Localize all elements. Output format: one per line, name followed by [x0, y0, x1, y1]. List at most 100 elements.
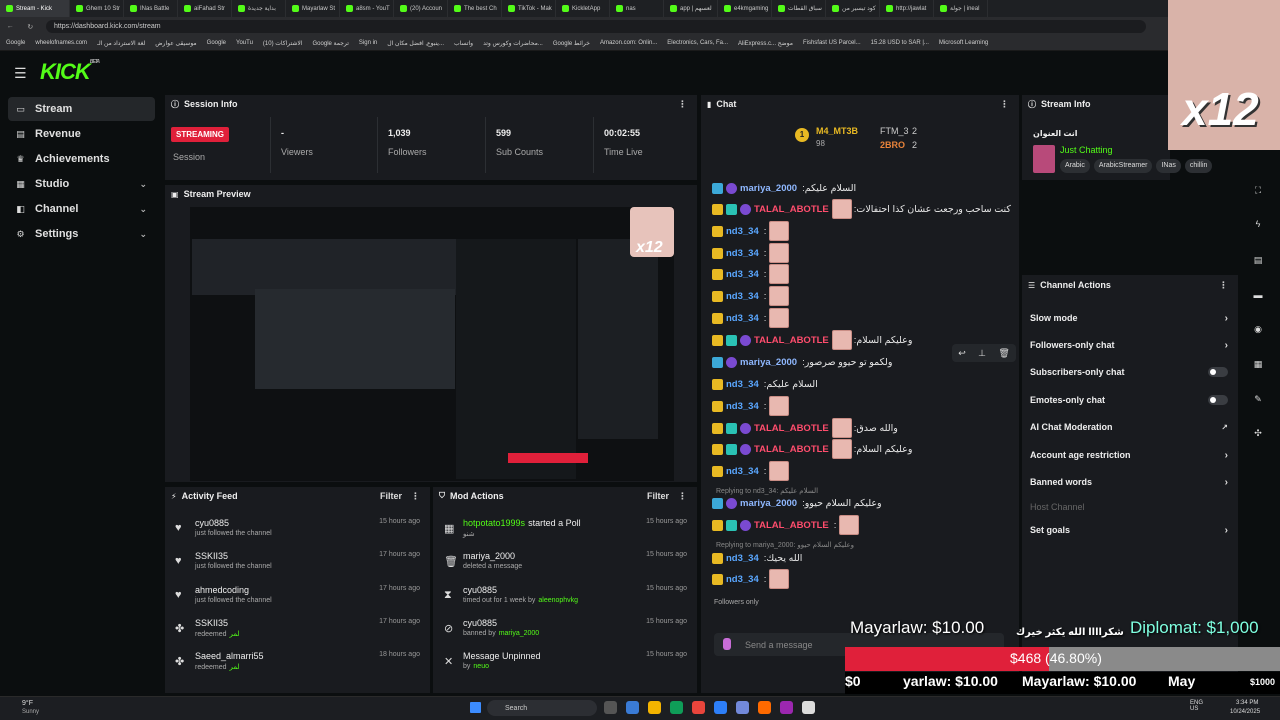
activity-row[interactable]: ♥ SSKII35 just followed the channel 17 hour…: [165, 551, 430, 581]
chat-username[interactable]: TALAL_ABOTLE: [754, 204, 829, 215]
bookmark-item[interactable]: واتساب: [454, 40, 473, 47]
stream-tag[interactable]: ArabicStreamer: [1093, 159, 1153, 173]
chat-message[interactable]: nd3_34:: [712, 461, 790, 481]
taskbar-app-icon[interactable]: [626, 701, 639, 714]
sidebar-item-stream[interactable]: ▭ Stream: [8, 97, 155, 121]
channel-action-slow-mode[interactable]: Slow mode ›: [1030, 308, 1230, 328]
chevron-right-icon[interactable]: ›: [1225, 450, 1228, 461]
channel-action-subscribers-only-chat[interactable]: Subscribers-only chat: [1030, 362, 1230, 382]
browser-tab[interactable]: http://jawlat: [880, 0, 934, 17]
browser-tab[interactable]: The best Ch: [448, 0, 502, 17]
layout-icon[interactable]: ▦: [1250, 356, 1266, 372]
browser-tab[interactable]: app | لعسهم: [664, 0, 718, 17]
chat-username[interactable]: nd3_34: [726, 269, 759, 280]
delete-icon[interactable]: 🗑: [998, 348, 1009, 359]
activity-user[interactable]: ahmedcoding: [195, 585, 249, 595]
chat-message[interactable]: nd3_34:: [712, 569, 790, 589]
chat-bubble-icon[interactable]: ▬: [1250, 287, 1266, 303]
activity-row[interactable]: ✤ SSKII35 redeemed لمر 17 hours ago: [165, 618, 430, 648]
wrench-icon[interactable]: ✎: [1250, 391, 1266, 407]
more-icon[interactable]: ⋮: [1219, 280, 1228, 291]
sidebar-item-revenue[interactable]: ▤ Revenue: [8, 122, 155, 146]
mod-row[interactable]: ▦ hotpotato1999s started a Poll شنو 15 hours…: [433, 518, 697, 548]
activity-user[interactable]: SSKII35: [195, 618, 228, 628]
bookmark-item[interactable]: Google: [6, 40, 25, 46]
bookmark-item[interactable]: محاضرات وكورس وتد...: [483, 40, 543, 47]
chat-username[interactable]: mariya_2000: [740, 357, 797, 368]
more-icon[interactable]: ⋮: [411, 491, 420, 502]
browser-tab[interactable]: aiFahad Str: [178, 0, 232, 17]
bookmark-item[interactable]: Sign in: [359, 40, 377, 46]
kick-logo[interactable]: KICKBETA: [40, 59, 100, 85]
sidebar-item-settings[interactable]: ⚙ Settings ⌄: [8, 222, 155, 246]
stream-tag[interactable]: chillin: [1184, 159, 1213, 173]
browser-tab[interactable]: Stream - Kick: [0, 0, 70, 17]
bookmark-item[interactable]: Google خرائط: [553, 40, 590, 47]
settings-icon[interactable]: ✣: [1250, 425, 1266, 441]
bookmark-item[interactable]: YouTu: [236, 40, 253, 46]
top-gifter-3-name[interactable]: 2BRO: [880, 140, 905, 150]
mod-row[interactable]: 🗑 mariya_2000 deleted a message 15 hours ag…: [433, 551, 697, 581]
chat-message[interactable]: nd3_34:: [712, 243, 790, 263]
top-gifter-2-name[interactable]: FTM_3: [880, 126, 909, 136]
toggle-switch[interactable]: [1208, 395, 1228, 405]
chat-username[interactable]: nd3_34: [726, 291, 759, 302]
chat-message[interactable]: mariya_2000:السلام عليكم: [712, 178, 856, 198]
reply-icon[interactable]: ↩: [958, 348, 966, 359]
bookmark-item[interactable]: wheelofnames.com: [35, 40, 87, 46]
channel-action-ai-chat-moderation[interactable]: AI Chat Moderation ↗: [1030, 417, 1230, 437]
taskbar-app-icon[interactable]: [670, 701, 683, 714]
mod-user[interactable]: hotpotato1999s: [463, 518, 525, 528]
pin-icon[interactable]: ⊥: [978, 348, 986, 359]
taskbar-app-icon[interactable]: [604, 701, 617, 714]
back-icon[interactable]: ←: [7, 23, 14, 31]
mod-row[interactable]: ⧗ cyu0885 timed out for 1 week by aleenophv…: [433, 585, 697, 615]
mod-by-user[interactable]: mariya_2000: [499, 630, 539, 637]
chat-username[interactable]: TALAL_ABOTLE: [754, 335, 829, 346]
language-indicator[interactable]: ENG US: [1190, 700, 1204, 712]
taskbar-app-icon[interactable]: [758, 701, 771, 714]
activity-row[interactable]: ♥ ahmedcoding just followed the channel 17 …: [165, 585, 430, 615]
mod-user[interactable]: cyu0885: [463, 618, 497, 628]
bookmark-item[interactable]: ينبوع, افضل مكان ال...: [387, 40, 444, 47]
chat-message[interactable]: TALAL_ABOTLE:كنت ساحب ورجعت عشان كذا احت…: [712, 199, 1011, 219]
stream-video[interactable]: x12: [190, 207, 674, 481]
chat-username[interactable]: nd3_34: [726, 226, 759, 237]
url-input[interactable]: https://dashboard.kick.com/stream: [46, 20, 1146, 33]
more-icon[interactable]: ⋮: [1000, 99, 1009, 110]
chat-username[interactable]: nd3_34: [726, 248, 759, 259]
more-icon[interactable]: ⋮: [678, 491, 687, 502]
lightning-icon[interactable]: ϟ: [1250, 216, 1266, 232]
taskbar-app-icon[interactable]: [714, 701, 727, 714]
bookmark-item[interactable]: 15.28 USD to SAR |...: [871, 40, 929, 46]
channel-action-banned-words[interactable]: Banned words ›: [1030, 472, 1230, 492]
chat-username[interactable]: nd3_34: [726, 553, 759, 564]
chat-username[interactable]: nd3_34: [726, 574, 759, 585]
mod-filter-button[interactable]: Filter: [647, 491, 669, 501]
browser-tab[interactable]: TikTok - Mak: [502, 0, 556, 17]
external-link-icon[interactable]: ↗: [1221, 423, 1228, 432]
browser-tab[interactable]: Mayarlaw St: [286, 0, 340, 17]
sidebar-item-channel[interactable]: ◧ Channel ⌄: [8, 197, 155, 221]
activity-row[interactable]: ♥ cyu0885 just followed the channel 15 hour…: [165, 518, 430, 548]
channel-action-set-goals[interactable]: Set goals ›: [1030, 520, 1230, 540]
toggle-switch[interactable]: [1208, 367, 1228, 377]
browser-tab[interactable]: INas Battle: [124, 0, 178, 17]
taskbar-app-icon[interactable]: [692, 701, 705, 714]
browser-tab[interactable]: جولة | ineal: [934, 0, 988, 17]
activity-user[interactable]: Saeed_almarri55: [195, 651, 264, 661]
mod-by-user[interactable]: neuo: [473, 663, 489, 670]
activity-filter-button[interactable]: Filter: [380, 491, 402, 501]
browser-tab[interactable]: KickletApp: [556, 0, 610, 17]
taskbar-search[interactable]: Search: [487, 700, 597, 716]
browser-tab[interactable]: a8sm - YouT: [340, 0, 394, 17]
chat-username[interactable]: TALAL_ABOTLE: [754, 423, 829, 434]
bookmark-item[interactable]: Electronics, Cars, Fa...: [667, 40, 728, 46]
mod-user[interactable]: cyu0885: [463, 585, 497, 595]
browser-tab[interactable]: Ghem 10 Str: [70, 0, 124, 17]
chat-message[interactable]: mariya_2000:ولكمو تو حيوو صرصور: [712, 352, 892, 372]
chat-username[interactable]: nd3_34: [726, 379, 759, 390]
browser-tab[interactable]: (20) Accoun: [394, 0, 448, 17]
chat-message[interactable]: TALAL_ABOTLE:وعليكم السلام: [712, 330, 912, 350]
stream-tag[interactable]: Arabic: [1060, 159, 1090, 173]
